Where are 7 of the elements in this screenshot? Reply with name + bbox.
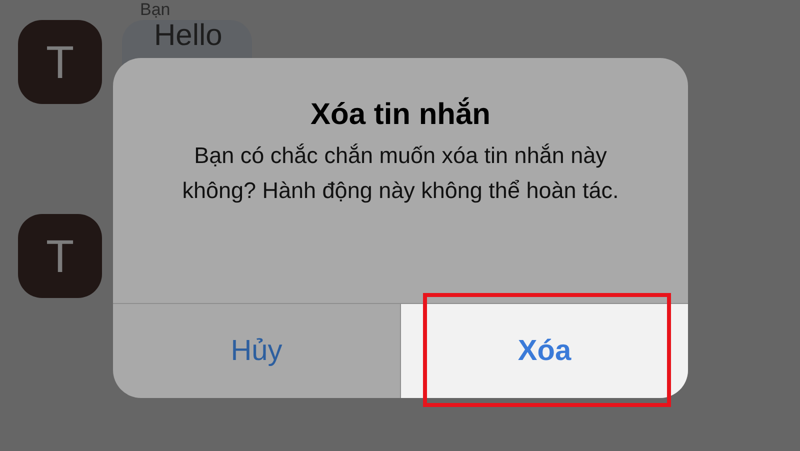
dialog-button[interactable]: Hủy <box>113 304 400 398</box>
dialog-button[interactable]: Xóa <box>400 304 688 398</box>
avatar: T <box>18 214 102 298</box>
avatar: T <box>18 20 102 104</box>
dialog-title: Xóa tin nhắn <box>310 98 490 132</box>
sender-name: Bạn <box>140 0 172 20</box>
dialog-message: Bạn có chắc chắn muốn xóa tin nhắn này không? Hành động này không thể hoàn tác. <box>181 142 620 205</box>
